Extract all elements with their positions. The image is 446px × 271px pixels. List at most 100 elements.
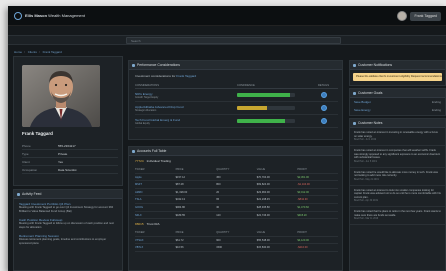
performance-header-row: CONSIDERATIONS CONFIDENCE DETAILS [135, 82, 338, 89]
ticker-cell[interactable]: MSFT [135, 181, 176, 188]
table-cell: $964.86 [175, 205, 185, 209]
column-header[interactable]: QUANTITY [216, 166, 257, 173]
details-cell [309, 118, 338, 124]
info-icon[interactable] [320, 105, 327, 111]
goal-item[interactable]: Save Energy Ending [350, 106, 445, 114]
note-meta: Brad Hall - May 21 2019 [354, 178, 379, 181]
note-body: Frank has noted he would like to allocat… [354, 170, 438, 178]
performance-panel: Performance Considerations Investment co… [128, 60, 343, 140]
ticker-cell[interactable]: VTSAX [135, 237, 176, 244]
table-cell: $342.13 [175, 198, 185, 202]
info-icon[interactable] [320, 92, 327, 98]
table-cell: $87.28 [175, 183, 184, 187]
table-row[interactable]: GOOG $964.86 30 $28,945.80 $1,470.60 [135, 204, 338, 212]
confidence-cell [237, 106, 309, 110]
brand-name[interactable]: Ellis Mason Wealth Management [25, 13, 85, 18]
activity-feed-title: Activity Feed [14, 190, 122, 199]
column-header[interactable]: TICKER [135, 229, 176, 236]
avatar[interactable] [397, 11, 408, 21]
profile-name: Frank Taggard [22, 131, 53, 136]
consideration-cell: Tech Fund Global Emerg & Fund Global Equi… [135, 118, 237, 125]
performance-title: Performance Considerations [129, 61, 342, 70]
column-header[interactable]: PROFIT [297, 166, 338, 173]
goal-item[interactable]: Save Budget Ending [350, 98, 445, 106]
notification-banner[interactable]: Please Re-validate client's investment e… [353, 73, 442, 81]
table-cell: -$1,104.00 [297, 183, 310, 187]
table-row[interactable]: Apple $157.12 450 $70,704.00 $2,361.00 [135, 174, 338, 182]
breadcrumb-current: Frank Taggard [42, 50, 62, 54]
table-row[interactable]: MSFT $87.28 800 $69,824.00 -$1,104.00 [135, 181, 338, 189]
user-button[interactable]: Frank Taggard [410, 11, 441, 21]
column-header[interactable]: TICKER [135, 166, 176, 173]
ticker-cell[interactable]: Apple [135, 174, 176, 181]
table-cell: $69,824.00 [256, 183, 270, 187]
table-cell: $4,120.00 [297, 238, 309, 242]
user-menu[interactable]: Frank Taggard [397, 10, 441, 22]
column-header[interactable]: PRICE [176, 166, 217, 173]
breadcrumb-home[interactable]: Home [14, 50, 22, 54]
activity-item-description: Discuss retirement planning goals, timel… [19, 238, 107, 245]
account-code[interactable]: 77724 [135, 159, 144, 163]
ticker-cell[interactable]: NFLX [135, 212, 176, 219]
holdings-header-row: TICKER PRICE QUANTITY VALUE PROFIT [135, 166, 338, 174]
note-body: Frank has noted an interest to look into… [354, 188, 441, 199]
activity-feed: Activity Feed Taggard Investment Portfol… [13, 189, 123, 271]
column-header[interactable]: PROFIT [297, 229, 338, 236]
breadcrumb-clients[interactable]: Clients [28, 50, 37, 54]
column-header[interactable]: VALUE [257, 229, 298, 236]
account-label: Individual Trading [146, 159, 171, 163]
top-bar: Ellis Mason Wealth Management Frank Tagg… [8, 6, 446, 26]
table-cell: $61.72 [175, 238, 184, 242]
table-cell: 20 [216, 190, 220, 194]
column-header[interactable]: VALUE [257, 166, 298, 173]
note-meta: Brad Hall - Jun 5 2019 [354, 160, 377, 163]
notes-panel: Customer Notes Frank has noted an intere… [349, 118, 446, 271]
note-body: Frank has noted an interest in companies… [354, 149, 441, 159]
ticker-cell[interactable]: TSLA [135, 196, 176, 203]
client-link[interactable]: Frank Taggard [176, 74, 196, 78]
table-cell: 65 [216, 198, 220, 202]
confidence-bar [237, 93, 295, 97]
search-input[interactable]: Search [126, 37, 341, 44]
table-cell: -$210.00 [297, 246, 308, 250]
table-row[interactable]: TSLA $342.13 65 $22,238.45 -$842.30 [135, 196, 338, 204]
table-row[interactable]: VTSAX $61.72 900 $55,548.00 $4,120.00 [135, 237, 338, 245]
notifications-panel: Customer Notifications Please Re-validat… [349, 60, 446, 86]
notifications-title: Customer Notifications [350, 61, 445, 70]
account-code[interactable]: 88015 [135, 222, 144, 226]
account-section-title: 77724 Individual Trading [129, 156, 342, 166]
holdings-header-row: TICKER PRICE QUANTITY VALUE PROFIT [135, 229, 338, 237]
table-cell: $23,960.00 [256, 190, 270, 194]
table-cell: $28,945.80 [256, 205, 270, 209]
table-row[interactable]: VBTLX $10.56 1500 $15,840.00 -$210.00 [135, 244, 338, 252]
table-cell: 30 [216, 205, 220, 209]
table-cell: $22,238.45 [256, 198, 270, 202]
consideration-cell: Apple/Alibaba Advanced Disp Fund Strategi… [135, 105, 237, 112]
app-window: Ellis Mason Wealth Management Frank Tagg… [8, 6, 446, 271]
table-row[interactable]: NFLX $189.55 120 $22,746.00 $915.20 [135, 212, 338, 220]
table-cell: $915.20 [297, 213, 307, 217]
performance-row: Apple/Alibaba Advanced Disp Fund Strategi… [135, 102, 338, 115]
table-cell: 120 [216, 213, 221, 217]
column-header[interactable]: PRICE [176, 229, 217, 236]
table-cell: $2,361.00 [297, 175, 309, 179]
ticker-cell[interactable]: GOOG [135, 204, 176, 211]
activity-item: Cash Position Review Followup Meeting wit… [19, 218, 117, 229]
goals-title: Customer Goals [350, 89, 445, 98]
consideration-subtitle: Growth Target Equity [135, 95, 159, 99]
note-item: Frank has noted an interest to look into… [350, 186, 445, 207]
column-header[interactable]: QUANTITY [216, 229, 257, 236]
table-cell: $22,746.00 [256, 213, 270, 217]
note-item: Frank has noted an interest in investing… [350, 128, 445, 146]
table-cell: $189.55 [175, 213, 185, 217]
notes-title: Customer Notes [350, 119, 445, 128]
breadcrumb: Home / Clients / Frank Taggard [14, 50, 62, 54]
note-meta: Brad Hall - Apr 30 2019 [354, 200, 378, 202]
ticker-cell[interactable]: VBTLX [135, 244, 176, 251]
confidence-bar-fill [237, 106, 268, 110]
holdings-table: TICKER PRICE QUANTITY VALUE PROFIT Apple $157.… [135, 166, 338, 220]
table-row[interactable]: AMZN $1,198.00 20 $23,960.00 $3,012.00 [135, 189, 338, 197]
info-icon[interactable] [320, 118, 327, 124]
ticker-cell[interactable]: AMZN [135, 189, 176, 196]
note-meta: Brad Hall - Mar 11 2019 [354, 218, 379, 220]
